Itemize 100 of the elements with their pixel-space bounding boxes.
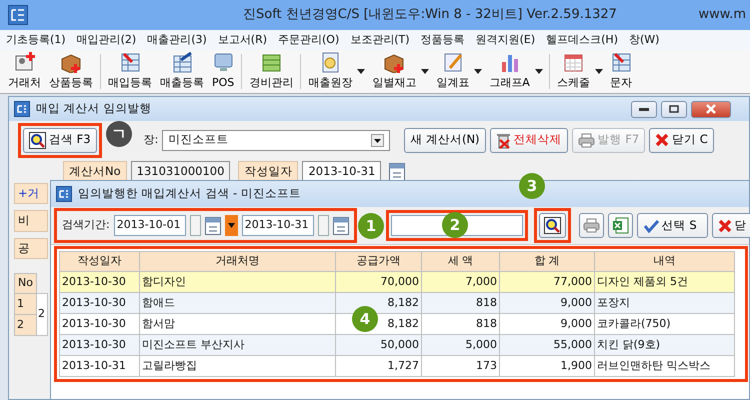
- table-cell: 러브인맨하탄 믹스박스: [594, 356, 734, 376]
- sheet-icon: [119, 51, 141, 74]
- select-button[interactable]: 선택 S: [636, 213, 708, 238]
- column-header[interactable]: 세 액: [422, 252, 500, 272]
- menu-item[interactable]: 창(W): [622, 32, 664, 48]
- maximize-icon: [669, 105, 679, 113]
- close-button[interactable]: 닫기 C: [649, 128, 714, 152]
- date-field[interactable]: 2013-10-31: [242, 215, 314, 236]
- search-button[interactable]: [538, 213, 566, 238]
- table-cell: 2013-10-30: [60, 272, 140, 292]
- close-button[interactable]: 닫: [712, 213, 750, 238]
- row-number: 1: [14, 293, 36, 314]
- monitor-icon: [212, 51, 234, 74]
- dropdown-caret-icon[interactable]: [594, 69, 603, 74]
- table-cell: 2013-10-30: [60, 292, 140, 314]
- column-header[interactable]: 내역: [594, 252, 734, 272]
- table-cell: 50,000: [336, 334, 422, 356]
- toolbar-button[interactable]: 매출원장: [304, 50, 356, 93]
- table-cell: 8,182: [336, 292, 422, 314]
- menu-item[interactable]: 보고서(R): [212, 32, 272, 48]
- close-icon: [655, 133, 670, 147]
- sheet-icon: [610, 51, 632, 74]
- table-cell: 9,000: [500, 314, 594, 334]
- table-cell: 코카콜라(750): [594, 314, 734, 334]
- toolbar-button[interactable]: 상품등록: [45, 50, 97, 93]
- toolbar-button[interactable]: 일계표: [432, 50, 474, 93]
- window-title: 매입 계산서 임의발행: [36, 100, 152, 118]
- table-cell: 1,900: [500, 356, 594, 376]
- menu-item[interactable]: 원격지원(E): [470, 32, 540, 48]
- minimize-button[interactable]: [631, 100, 657, 118]
- toolbar-button[interactable]: 매출등록: [156, 50, 208, 93]
- invoice-number-field[interactable]: 131031000100: [130, 161, 230, 182]
- column-header[interactable]: 거래처명: [140, 252, 336, 272]
- dropdown-caret-icon[interactable]: [474, 69, 482, 74]
- table-cell: 70,000: [336, 272, 422, 292]
- menu-item[interactable]: 매입관리(2): [70, 32, 142, 48]
- date-field[interactable]: 2013-10-01: [114, 215, 186, 236]
- period-label: 검색기간:: [62, 217, 110, 234]
- column-header[interactable]: 합 계: [500, 252, 594, 272]
- toolbar-button[interactable]: 경비관리: [245, 50, 298, 93]
- toolbar-button[interactable]: 매입등록: [104, 50, 156, 93]
- menu-item[interactable]: 기초등록(1): [0, 32, 71, 48]
- field-label: +거: [14, 183, 48, 204]
- printer-icon: [578, 132, 595, 148]
- table-cell: 173: [422, 356, 500, 376]
- window-title: 진Soft 천년경영C/S [내윈도우:Win 8 - 32비트] Ver.2.59.1327: [243, 6, 617, 24]
- menu-item[interactable]: 매출관리(3): [141, 32, 212, 48]
- supplier-label: 장:: [144, 132, 158, 148]
- close-icon: [706, 104, 716, 114]
- supplier-combo[interactable]: 미진소프트: [162, 130, 390, 150]
- table-cell: 9,000: [500, 292, 594, 314]
- new-invoice-button[interactable]: 새 계산서(N): [404, 128, 486, 152]
- table-cell: 5,000: [422, 334, 500, 356]
- toolbar-button[interactable]: 그래프A: [485, 50, 534, 93]
- toolbar-button[interactable]: 스케줄: [552, 50, 594, 93]
- table-cell: 고릴라빵집: [140, 356, 336, 376]
- calendar-icon[interactable]: [389, 162, 406, 182]
- dropdown-caret-icon[interactable]: [421, 69, 430, 74]
- field-label: 비: [14, 210, 48, 232]
- table-cell: 818: [422, 314, 500, 334]
- toolbar-button[interactable]: 문자: [606, 50, 636, 93]
- check-icon: [642, 218, 659, 232]
- search-button[interactable]: 검색 F3: [23, 128, 97, 152]
- close-icon: [718, 218, 732, 232]
- dropdown-caret-icon[interactable]: [357, 69, 366, 74]
- toolbar-button[interactable]: POS: [208, 50, 238, 93]
- calendar-icon[interactable]: [204, 216, 221, 235]
- print-button[interactable]: [578, 213, 604, 238]
- close-button[interactable]: [691, 100, 731, 118]
- excel-button[interactable]: [608, 213, 633, 238]
- table-cell: 미진소프트 부산지사: [140, 334, 336, 356]
- maximize-button[interactable]: [661, 100, 687, 118]
- column-header[interactable]: 공급가액: [336, 252, 422, 272]
- table-cell: 1,727: [336, 356, 422, 376]
- app-logo-icon: [59, 190, 69, 198]
- date-field[interactable]: 2013-10-31: [302, 161, 382, 182]
- calendar-icon[interactable]: [332, 216, 349, 235]
- table-cell: 2013-10-31: [60, 356, 140, 376]
- toolbar-button[interactable]: 일별재고: [368, 50, 420, 93]
- table-cell: 함디자인: [140, 272, 336, 292]
- dropdown-caret-icon[interactable]: [534, 69, 543, 74]
- table-cell: 디자인 제품외 5건: [594, 272, 734, 292]
- delete-all-button[interactable]: 전체삭제: [490, 128, 568, 152]
- table-header: No: [14, 273, 36, 294]
- menu-item[interactable]: 헬프데스크(H): [540, 32, 623, 48]
- table-cell: 함서맘: [140, 314, 336, 334]
- search-icon: [544, 217, 561, 234]
- printer-icon: [582, 218, 600, 233]
- table-cell: 2013-10-30: [60, 314, 140, 334]
- spreadsheet-icon: [612, 217, 629, 234]
- field-label: 계산서No: [63, 161, 127, 182]
- menu-item[interactable]: 주문관리(O): [272, 32, 344, 48]
- website-text: www.m: [698, 6, 746, 24]
- column-header[interactable]: 작성일자: [60, 252, 140, 272]
- table-cell: 함애드: [140, 292, 336, 314]
- menu-item[interactable]: 정품등록: [414, 32, 470, 48]
- table-cell: 치킨 닭(9호): [594, 334, 734, 356]
- toolbar-button[interactable]: 거래처: [4, 50, 45, 93]
- field-label: 작성일자: [238, 161, 298, 182]
- menu-item[interactable]: 보조관리(T): [344, 32, 415, 48]
